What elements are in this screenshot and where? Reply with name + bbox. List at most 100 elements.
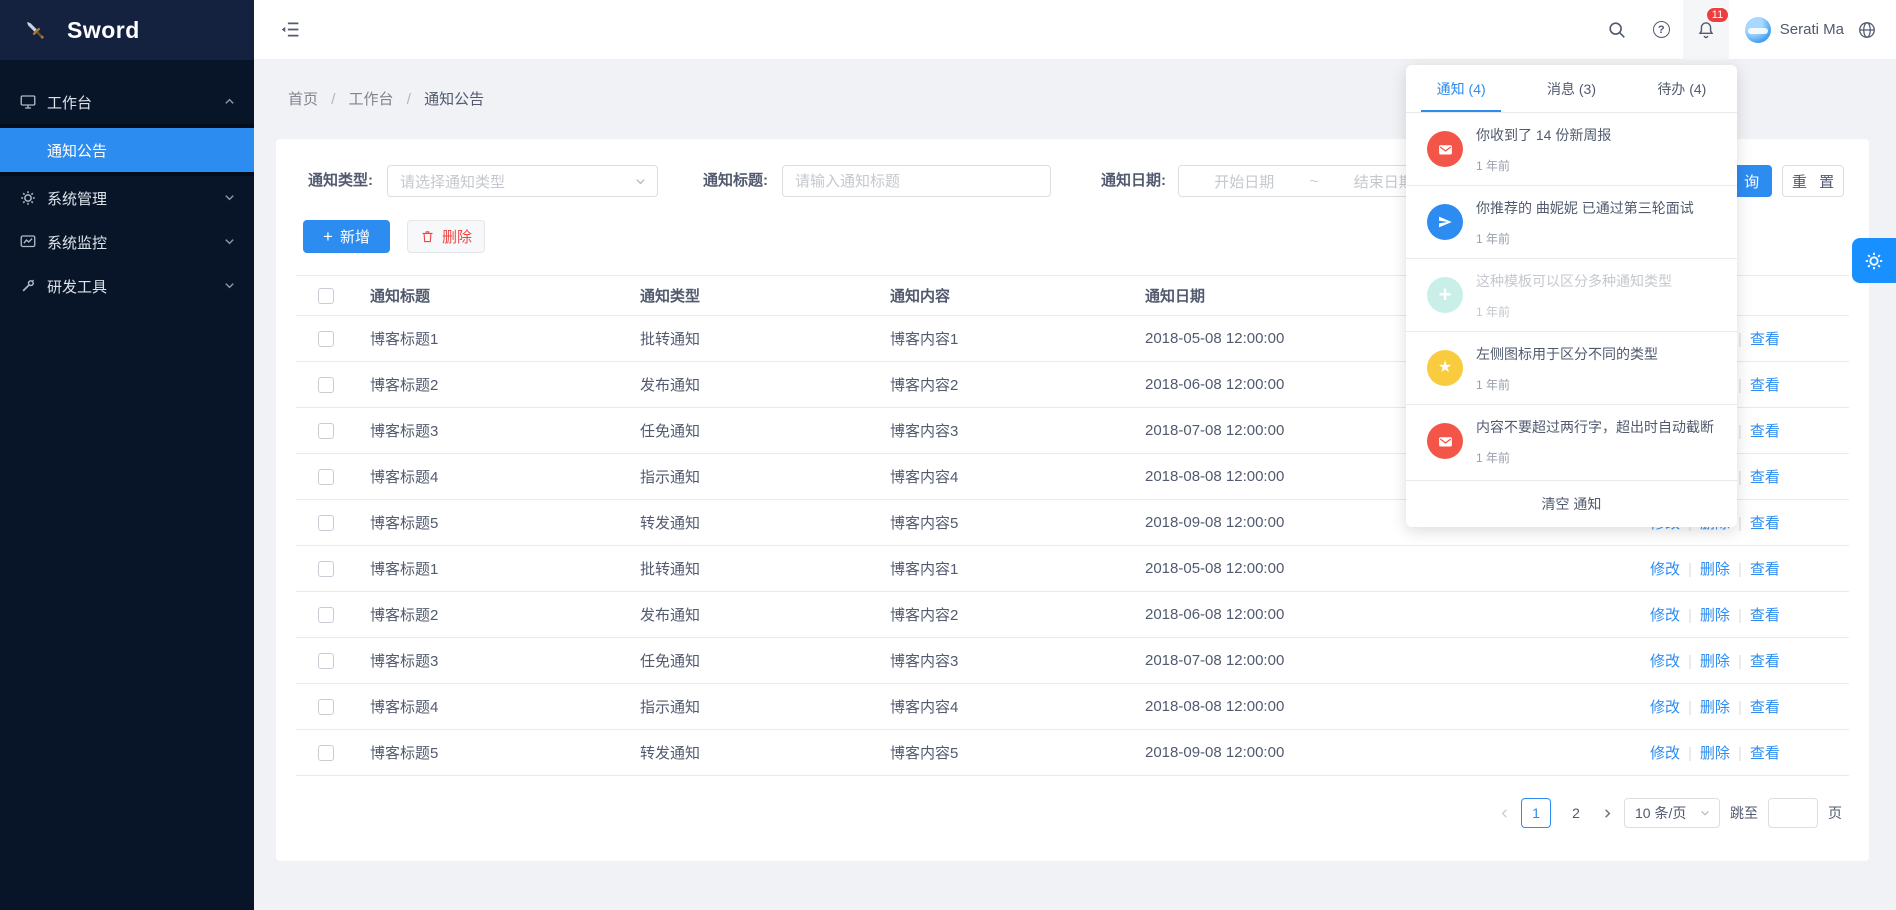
header-actions: ? 11 Serati Ma [1594, 0, 1896, 60]
sidebar-item-system-mgmt[interactable]: 系统管理 [0, 176, 254, 220]
notice-time: 1 年前 [1476, 449, 1714, 466]
view-link[interactable]: 查看 [1750, 331, 1780, 348]
jump-label: 跳至 [1730, 803, 1758, 823]
cell-content: 博客内容3 [872, 408, 1127, 454]
row-checkbox[interactable] [318, 745, 334, 761]
row-checkbox[interactable] [318, 653, 334, 669]
notifications-bell-button[interactable]: 11 [1683, 0, 1729, 60]
notification-count-badge: 11 [1706, 7, 1729, 23]
tab-todos[interactable]: 待办 (4) [1627, 65, 1737, 112]
edit-link[interactable]: 修改 [1650, 745, 1680, 762]
gear-icon [19, 189, 37, 207]
cell-type: 发布通知 [622, 592, 872, 638]
view-link[interactable]: 查看 [1750, 469, 1780, 486]
monitor-icon [19, 93, 37, 111]
view-link[interactable]: 查看 [1750, 377, 1780, 394]
sword-logo-icon [22, 17, 48, 43]
cell-title: 博客标题3 [352, 638, 622, 684]
sidebar-submenu: 通知公告 [0, 124, 254, 176]
tab-notifications[interactable]: 通知 (4) [1406, 65, 1516, 112]
app-title: Sword [67, 17, 140, 44]
view-link[interactable]: 查看 [1750, 699, 1780, 716]
delete-link[interactable]: 删除 [1700, 745, 1730, 762]
cell-title: 博客标题1 [352, 546, 622, 592]
notice-title: 内容不要超过两行字，超出时自动截断 [1476, 417, 1714, 437]
sidebar-item-label: 系统管理 [47, 188, 107, 209]
row-checkbox[interactable] [318, 515, 334, 531]
notice-title-input-wrap [782, 165, 1051, 197]
notice-item-0[interactable]: 你收到了 14 份新周报 1 年前 [1406, 113, 1737, 186]
prev-page-icon[interactable] [1498, 807, 1511, 820]
notice-type-select[interactable]: 请选择通知类型 [387, 165, 658, 197]
cell-content: 博客内容3 [872, 638, 1127, 684]
view-link[interactable]: 查看 [1750, 515, 1780, 532]
col-header-content: 通知内容 [872, 276, 1127, 316]
clear-notifications-button[interactable]: 清空 通知 [1406, 480, 1737, 527]
row-checkbox[interactable] [318, 423, 334, 439]
chart-icon [19, 233, 37, 251]
reset-button[interactable]: 重 置 [1782, 165, 1844, 197]
cell-type: 指示通知 [622, 684, 872, 730]
delete-link[interactable]: 删除 [1700, 653, 1730, 670]
tab-messages[interactable]: 消息 (3) [1516, 65, 1626, 112]
view-link[interactable]: 查看 [1750, 653, 1780, 670]
notice-item-4[interactable]: 内容不要超过两行字，超出时自动截断 1 年前 [1406, 405, 1737, 478]
sidebar-item-dev-tools[interactable]: 研发工具 [0, 264, 254, 308]
row-checkbox[interactable] [318, 331, 334, 347]
cell-title: 博客标题5 [352, 730, 622, 776]
notice-item-1[interactable]: 你推荐的 曲妮妮 已通过第三轮面试 1 年前 [1406, 186, 1737, 259]
cell-type: 任免通知 [622, 638, 872, 684]
settings-gear-button[interactable] [1852, 238, 1896, 283]
edit-link[interactable]: 修改 [1650, 561, 1680, 578]
top-header: ? 11 Serati Ma [254, 0, 1896, 60]
add-button[interactable]: + 新增 [303, 220, 390, 253]
cell-content: 博客内容2 [872, 362, 1127, 408]
delete-link[interactable]: 删除 [1700, 699, 1730, 716]
next-page-icon[interactable] [1601, 807, 1614, 820]
breadcrumb-home[interactable]: 首页 [288, 91, 318, 108]
notice-time: 1 年前 [1476, 230, 1694, 247]
sidebar-item-system-monitor[interactable]: 系统监控 [0, 220, 254, 264]
help-icon[interactable]: ? [1640, 0, 1683, 60]
edit-link[interactable]: 修改 [1650, 699, 1680, 716]
row-checkbox[interactable] [318, 377, 334, 393]
sidebar-item-workbench[interactable]: 工作台 [0, 80, 254, 124]
sidebar-item-label: 工作台 [47, 92, 92, 113]
delete-link[interactable]: 删除 [1700, 607, 1730, 624]
chevron-down-icon [223, 279, 236, 292]
notice-item-3[interactable]: ★ 左侧图标用于区分不同的类型 1 年前 [1406, 332, 1737, 405]
page-size-select[interactable]: 10 条/页 [1624, 798, 1720, 828]
sidebar-item-notice[interactable]: 通知公告 [0, 128, 254, 172]
breadcrumb-workbench[interactable]: 工作台 [349, 91, 394, 108]
notice-title-input[interactable] [783, 166, 1050, 196]
row-checkbox[interactable] [318, 561, 334, 577]
edit-link[interactable]: 修改 [1650, 607, 1680, 624]
cell-date: 2018-07-08 12:00:00 [1127, 638, 1632, 684]
paper-plane-icon [1427, 204, 1463, 240]
page-1-button[interactable]: 1 [1521, 798, 1551, 828]
delete-button[interactable]: 删除 [407, 220, 485, 253]
delete-link[interactable]: 删除 [1700, 561, 1730, 578]
row-checkbox[interactable] [318, 607, 334, 623]
notice-item-2[interactable]: + 这种模板可以区分多种通知类型 1 年前 [1406, 259, 1737, 332]
row-checkbox[interactable] [318, 699, 334, 715]
jump-page-input[interactable] [1768, 798, 1818, 828]
notification-dropdown: 通知 (4) 消息 (3) 待办 (4) 你收到了 14 份新周报 1 年前 你… [1406, 65, 1737, 527]
language-globe-icon[interactable] [1844, 0, 1890, 60]
sidebar-menu: 工作台 通知公告 系统管理 [0, 60, 254, 308]
sidebar-item-label: 系统监控 [47, 232, 107, 253]
row-checkbox[interactable] [318, 469, 334, 485]
edit-link[interactable]: 修改 [1650, 653, 1680, 670]
view-link[interactable]: 查看 [1750, 561, 1780, 578]
view-link[interactable]: 查看 [1750, 745, 1780, 762]
user-name: Serati Ma [1780, 21, 1844, 38]
search-icon[interactable] [1594, 0, 1640, 60]
page-2-button[interactable]: 2 [1561, 798, 1591, 828]
view-link[interactable]: 查看 [1750, 423, 1780, 440]
view-link[interactable]: 查看 [1750, 607, 1780, 624]
cell-type: 转发通知 [622, 500, 872, 546]
user-menu[interactable]: Serati Ma [1745, 17, 1844, 43]
select-all-checkbox[interactable] [318, 288, 334, 304]
cell-date: 2018-09-08 12:00:00 [1127, 730, 1632, 776]
collapse-sidebar-icon[interactable] [275, 15, 305, 45]
